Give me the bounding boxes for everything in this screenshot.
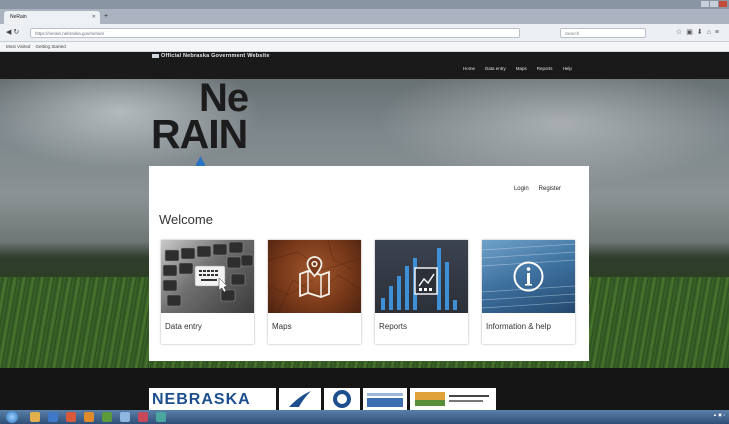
web-page: Official Nebraska Government Website Hom… [0, 52, 729, 410]
os-taskbar: ▲ ▣ ♪ [0, 410, 729, 424]
nav-maps[interactable]: Maps [516, 66, 527, 71]
card-label-data-entry: Data entry [165, 322, 202, 331]
back-forward-icon[interactable]: ◀ ↻ [6, 28, 19, 36]
tab-bar: NeRain ✕ + [0, 9, 729, 24]
taskbar-app-icon[interactable] [66, 412, 76, 422]
official-label-text: Official Nebraska Government Website [161, 53, 270, 59]
seal-logo-icon [333, 390, 351, 408]
nav-reports[interactable]: Reports [537, 66, 553, 71]
close-window-button[interactable] [719, 1, 727, 7]
auth-links: Login Register [514, 186, 561, 192]
card-reports[interactable]: Reports [375, 240, 468, 344]
reports-thumbnail [375, 240, 468, 313]
map-pin-icon [268, 240, 361, 313]
nebraska-logo[interactable]: NEBRASKA [149, 388, 276, 410]
bookmark-getting-started[interactable]: Getting Started [35, 44, 65, 49]
official-website-label: Official Nebraska Government Website [152, 53, 270, 59]
card-label-information-help: Information & help [486, 322, 551, 331]
keyboard-icon [162, 241, 254, 307]
state-flag-icon [152, 53, 159, 58]
nav-data-entry[interactable]: Data entry [485, 66, 506, 71]
register-link[interactable]: Register [539, 186, 561, 192]
card-maps[interactable]: Maps [268, 240, 361, 344]
site-nav: Home Data entry Maps Reports Help [463, 66, 572, 71]
taskbar-app-icon[interactable] [120, 412, 130, 422]
address-bar[interactable]: https://nerain.nebraska.gov/nerain/ [30, 28, 520, 38]
card-label-reports: Reports [379, 322, 408, 331]
bookmarks-bar: Most Visited Getting Started [0, 42, 729, 52]
screen: File Edit View History Bookmarks Tools H… [0, 0, 729, 424]
minimize-button[interactable] [701, 1, 709, 7]
info-icon [482, 243, 575, 309]
bar-chart-icon [381, 248, 457, 310]
close-tab-icon[interactable]: ✕ [92, 14, 96, 20]
start-button[interactable] [6, 411, 18, 423]
bookmark-most-visited[interactable]: Most Visited [6, 44, 30, 49]
login-link[interactable]: Login [514, 186, 529, 192]
logo-rain-text: RAIN [151, 111, 248, 157]
partner-logo-2[interactable] [279, 388, 321, 410]
browser-menu-bar: File Edit View History Bookmarks Tools H… [0, 0, 729, 14]
information-thumbnail [482, 240, 575, 313]
search-input[interactable]: Search [560, 28, 646, 38]
taskbar-app-icon[interactable] [156, 412, 166, 422]
welcome-panel: Login Register Welcome Data entry Maps R… [149, 166, 589, 361]
partner-badge-icon [367, 393, 403, 407]
natural-resources-logo-icon [415, 392, 489, 406]
card-data-entry[interactable]: Data entry [161, 240, 254, 344]
taskbar-app-icon[interactable] [30, 412, 40, 422]
taskbar-apps [30, 412, 166, 422]
window-controls [701, 1, 727, 7]
maximize-button[interactable] [710, 1, 718, 7]
feature-cards: Data entry Maps Reports Information & he… [161, 240, 575, 344]
new-tab-icon[interactable]: + [104, 13, 108, 20]
toolbar-icons[interactable]: ☆▣⬇⌂≡ [676, 28, 723, 36]
nav-help[interactable]: Help [563, 66, 572, 71]
card-label-maps: Maps [272, 322, 292, 331]
taskbar-app-icon[interactable] [138, 412, 148, 422]
partner-logo-4[interactable] [363, 388, 407, 410]
taskbar-app-icon[interactable] [102, 412, 112, 422]
card-information-help[interactable]: Information & help [482, 240, 575, 344]
taskbar-app-icon[interactable] [48, 412, 58, 422]
partner-logo-3[interactable] [324, 388, 360, 410]
data-entry-thumbnail [161, 240, 254, 313]
system-tray[interactable]: ▲ ▣ ♪ [713, 412, 725, 417]
partner-logos: NEBRASKA [149, 388, 496, 410]
tab-title: NeRain [10, 14, 27, 20]
nerain-logo[interactable]: Ne RAIN [150, 78, 270, 169]
taskbar-app-icon[interactable] [84, 412, 94, 422]
welcome-heading: Welcome [159, 212, 213, 227]
nav-home[interactable]: Home [463, 66, 475, 71]
swoosh-logo-icon [289, 391, 311, 407]
maps-thumbnail [268, 240, 361, 313]
navigation-bar: ◀ ↻ https://nerain.nebraska.gov/nerain/ … [0, 24, 729, 42]
partner-logo-5[interactable] [410, 388, 496, 410]
browser-tab[interactable]: NeRain ✕ [4, 11, 100, 24]
site-header: Official Nebraska Government Website Hom… [0, 52, 729, 79]
